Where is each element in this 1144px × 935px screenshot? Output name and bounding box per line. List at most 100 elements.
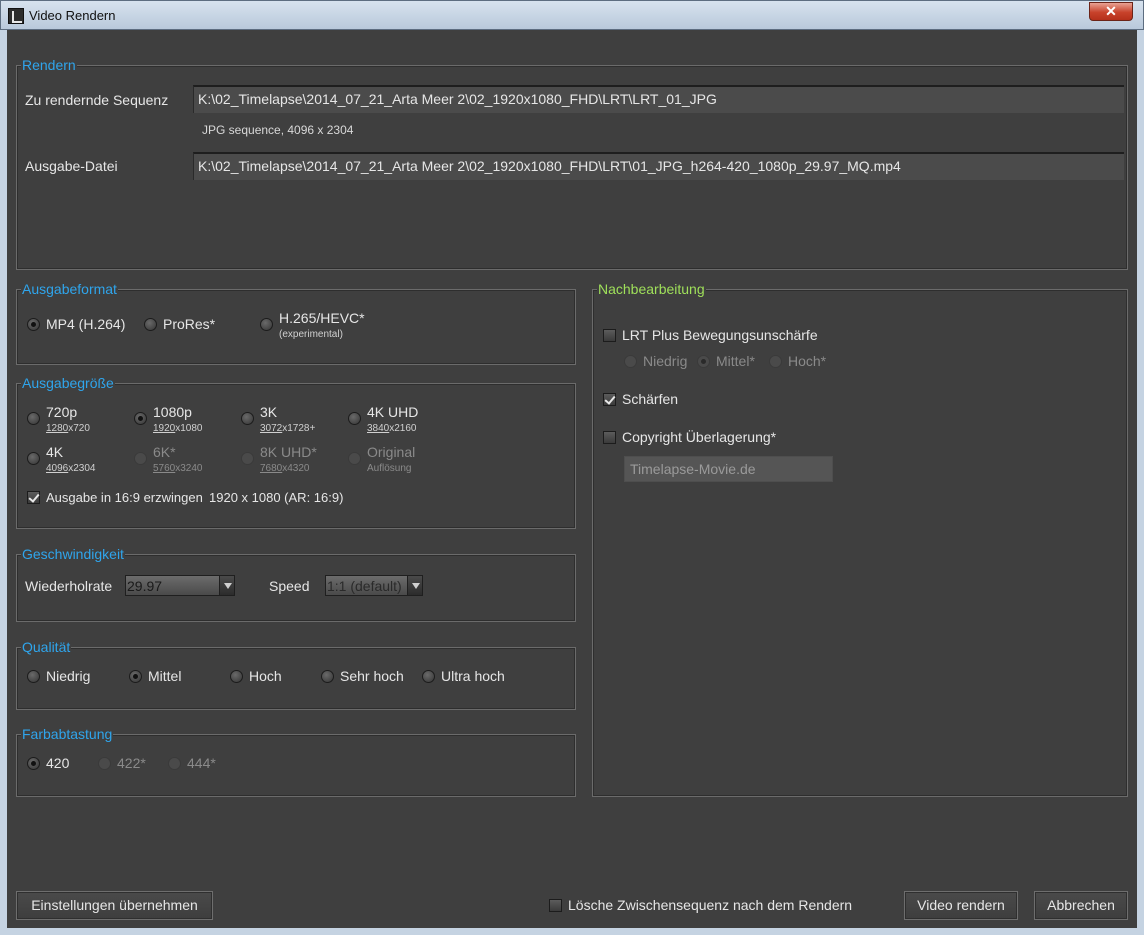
size-3k-res: 3072x1728+ [260, 423, 316, 434]
close-button[interactable]: ✕ [1089, 2, 1133, 21]
checkbox-indicator [603, 393, 616, 406]
speed-group: Geschwindigkeit Wiederholrate 29.97 Spee… [16, 546, 576, 622]
size-8kuhd-res: 7680x4320 [260, 463, 310, 474]
quality-low-label: Niedrig [46, 668, 91, 684]
speed-legend: Geschwindigkeit [21, 546, 125, 562]
blur-high-label: Hoch* [788, 353, 827, 369]
render-group: Rendern Zu rendernde Sequenz K:\02_Timel… [16, 57, 1128, 270]
size-6k-res: 5760x3240 [153, 463, 203, 474]
quality-group: Qualität Niedrig Mittel Hoch Sehr hoch U… [16, 639, 576, 710]
chevron-down-icon [407, 576, 422, 595]
sequence-info: JPG sequence, 4096 x 2304 [202, 123, 354, 137]
output-file-field[interactable]: K:\02_Timelapse\2014_07_21_Arta Meer 2\0… [193, 152, 1124, 180]
radio-indicator [144, 318, 157, 331]
dialog-client-area: Rendern Zu rendernde Sequenz K:\02_Timel… [7, 30, 1137, 928]
size-4kuhd-label: 4K UHD [367, 404, 419, 420]
title-bar: Video Rendern ✕ [0, 0, 1144, 30]
size-4k-res: 4096x2304 [46, 463, 96, 474]
quality-medium-label: Mittel [148, 668, 182, 684]
speed-value: 1:1 (default) [327, 578, 402, 594]
radio-indicator [98, 757, 111, 770]
render-video-button[interactable]: Video rendern [904, 891, 1018, 920]
size-3k-label: 3K [260, 404, 278, 420]
sequence-path-field[interactable]: K:\02_Timelapse\2014_07_21_Arta Meer 2\0… [193, 85, 1124, 113]
window-frame-left [0, 30, 7, 935]
checkbox-indicator [27, 491, 40, 504]
radio-indicator [697, 355, 710, 368]
radio-indicator [422, 670, 435, 683]
chroma-444-label: 444* [187, 755, 216, 771]
radio-indicator [321, 670, 334, 683]
size-4k-label: 4K [46, 444, 64, 460]
format-prores-label: ProRes* [163, 316, 216, 332]
radio-indicator [230, 670, 243, 683]
blur-medium-label: Mittel* [716, 353, 755, 369]
window-title: Video Rendern [29, 8, 116, 23]
force-169-label: Ausgabe in 16:9 erzwingen [46, 490, 203, 505]
size-1080p-label: 1080p [153, 404, 192, 420]
radio-indicator [769, 355, 782, 368]
radio-indicator [241, 452, 254, 465]
size-original-sublabel: Auflösung [367, 463, 412, 474]
window-frame-bottom [0, 928, 1144, 935]
framerate-value: 29.97 [127, 578, 163, 594]
delete-intermediate-label: Lösche Zwischensequenz nach dem Rendern [568, 897, 853, 913]
quality-veryhigh-label: Sehr hoch [340, 668, 404, 684]
copyright-text-input[interactable]: Timelapse-Movie.de [624, 456, 833, 482]
radio-indicator [260, 318, 273, 331]
radio-indicator [348, 412, 361, 425]
chevron-down-icon [219, 576, 234, 595]
output-size-group: Ausgabegröße 720p 1280x720 1080p 1920x10… [16, 375, 576, 529]
motion-blur-label: LRT Plus Bewegungsunschärfe [622, 327, 818, 343]
checkbox-indicator [549, 899, 562, 912]
radio-indicator [27, 412, 40, 425]
output-file-label: Ausgabe-Datei [25, 158, 118, 174]
radio-indicator [129, 670, 142, 683]
apply-settings-button[interactable]: Einstellungen übernehmen [16, 891, 213, 920]
blur-low-label: Niedrig [643, 353, 688, 369]
radio-indicator [241, 412, 254, 425]
checkbox-indicator [603, 431, 616, 444]
radio-indicator [27, 670, 40, 683]
radio-indicator [168, 757, 181, 770]
size-720p-label: 720p [46, 404, 78, 420]
radio-indicator [134, 412, 147, 425]
size-6k-label: 6K* [153, 444, 176, 460]
size-720p-res: 1280x720 [46, 423, 90, 434]
output-format-legend: Ausgabeformat [21, 281, 118, 297]
window-frame-right [1137, 30, 1144, 935]
app-icon [8, 8, 24, 24]
sequence-label: Zu rendernde Sequenz [25, 92, 169, 108]
cancel-button[interactable]: Abbrechen [1034, 891, 1128, 920]
speed-select[interactable]: 1:1 (default) [325, 575, 423, 596]
size-8kuhd-label: 8K UHD* [260, 444, 317, 460]
format-hevc-sublabel: (experimental) [279, 329, 343, 340]
radio-indicator [624, 355, 637, 368]
quality-high-label: Hoch [249, 668, 282, 684]
force-169-info: 1920 x 1080 (AR: 16:9) [209, 490, 344, 505]
radio-indicator [27, 318, 40, 331]
size-original-label: Original [367, 444, 416, 460]
chroma-legend: Farbabtastung [21, 726, 114, 742]
output-format-group: Ausgabeformat MP4 (H.264) ProRes* H.265/… [16, 281, 576, 365]
radio-indicator [348, 452, 361, 465]
chroma-422-label: 422* [117, 755, 146, 771]
copyright-label: Copyright Überlagerung* [622, 429, 777, 445]
checkbox-indicator [603, 329, 616, 342]
post-processing-group: Nachbearbeitung LRT Plus Bewegungsunschä… [592, 281, 1128, 797]
speed-label: Speed [269, 578, 310, 594]
radio-indicator [134, 452, 147, 465]
output-size-legend: Ausgabegröße [21, 375, 115, 391]
sharpen-label: Schärfen [622, 391, 679, 407]
framerate-select[interactable]: 29.97 [125, 575, 235, 596]
format-mp4-label: MP4 (H.264) [46, 316, 126, 332]
radio-indicator [27, 757, 40, 770]
size-1080p-res: 1920x1080 [153, 423, 203, 434]
render-legend: Rendern [21, 57, 77, 73]
size-4kuhd-res: 3840x2160 [367, 423, 417, 434]
quality-legend: Qualität [21, 639, 72, 655]
chroma-group: Farbabtastung 420 422* 444* [16, 726, 576, 797]
chroma-420-label: 420 [46, 755, 70, 771]
radio-indicator [27, 452, 40, 465]
framerate-label: Wiederholrate [25, 578, 113, 594]
